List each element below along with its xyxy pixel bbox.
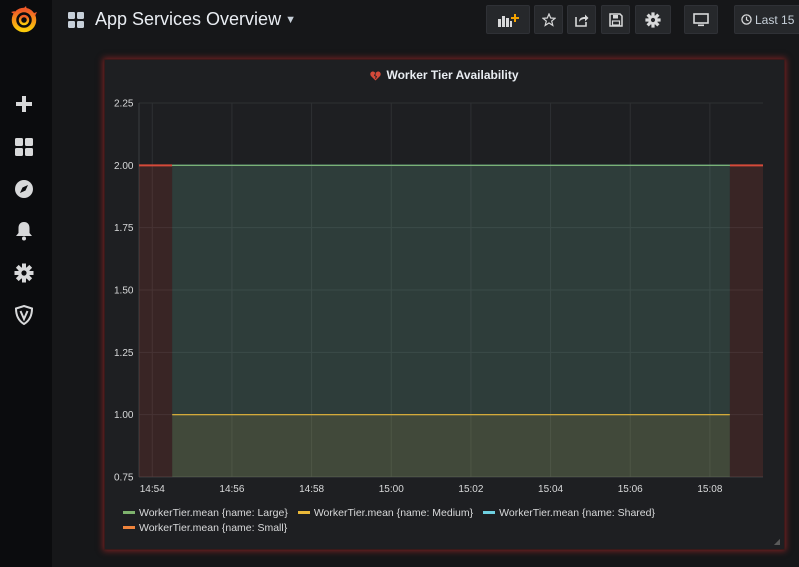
series-area [172,414,730,477]
tv-mode-button[interactable] [684,5,718,34]
dashboard-title: App Services Overview [95,9,282,29]
add-panel-button[interactable] [486,5,530,34]
legend-item[interactable]: WorkerTier.mean {name: Medium} [297,505,474,520]
add-panel-icon [498,13,519,27]
graph-canvas[interactable]: 0.75 1.00 1.25 1.50 1.75 2.00 2.25 14:54 14:56 14… [105,60,786,500]
y-tick-label: 2.25 [114,99,134,110]
gear-icon[interactable] [13,262,35,284]
plus-icon[interactable] [13,93,35,115]
side-menu [0,0,52,567]
share-button[interactable] [567,5,596,34]
y-tick-label: 2.00 [114,161,134,172]
x-tick-label: 14:56 [219,484,244,495]
dashboards-icon[interactable] [13,136,35,158]
x-tick-label: 14:58 [299,484,324,495]
time-range-label: Last 15 [755,12,795,27]
monitor-icon [693,12,709,26]
x-tick-label: 15:04 [538,484,563,495]
legend-label: WorkerTier.mean {name: Small} [139,521,288,534]
clock-icon [741,14,752,25]
legend-swatch [483,511,496,514]
alert-region-right [729,165,763,477]
explore-icon[interactable] [13,178,35,200]
shield-icon[interactable] [13,304,35,326]
legend-item[interactable]: WorkerTier.mean {name: Large} [123,505,288,520]
settings-button[interactable] [635,5,671,34]
y-tick-label: 0.75 [114,473,134,484]
dashboards-icon [68,12,84,28]
x-tick-label: 14:54 [140,484,165,495]
x-tick-label: 15:00 [379,484,404,495]
gear-icon [645,11,661,28]
y-tick-label: 1.25 [114,348,134,359]
alert-region-left [139,165,173,477]
graph-legend: WorkerTier.mean {name: Large} WorkerTier.… [123,505,773,535]
grafana-logo-icon[interactable] [10,6,38,34]
star-icon [541,12,556,27]
legend-label: WorkerTier.mean {name: Large} [139,506,288,519]
y-tick-label: 1.50 [114,286,134,297]
time-picker-button[interactable]: Last 15 [734,5,799,34]
caret-down-icon: ▼ [285,14,296,26]
legend-swatch [123,526,135,529]
save-button[interactable] [601,5,630,34]
y-tick-label: 1.00 [114,410,134,421]
x-tick-label: 15:08 [697,484,722,495]
legend-label: WorkerTier.mean {name: Shared} [499,506,655,519]
share-icon [574,14,588,27]
graph-panel: Worker Tier Availability 0.75 1.00 1.25 1.5… [104,59,785,550]
y-tick-label: 1.75 [114,223,134,234]
save-icon [608,12,623,27]
legend-item[interactable]: WorkerTier.mean {name: Small} [123,520,287,535]
legend-label: WorkerTier.mean {name: Medium} [313,506,474,519]
navbar: App Services Overview ▼ Last 15 [52,0,799,40]
x-tick-label: 15:06 [618,484,643,495]
legend-swatch [297,511,310,514]
resize-handle-icon[interactable]: ◢ [774,537,780,546]
x-tick-label: 15:02 [458,484,483,495]
dashboard-title-dropdown[interactable]: App Services Overview ▼ [95,9,296,30]
alert-bell-icon[interactable] [13,220,35,242]
legend-item[interactable]: WorkerTier.mean {name: Shared} [483,505,655,520]
star-button[interactable] [534,5,563,34]
legend-swatch [123,511,135,514]
